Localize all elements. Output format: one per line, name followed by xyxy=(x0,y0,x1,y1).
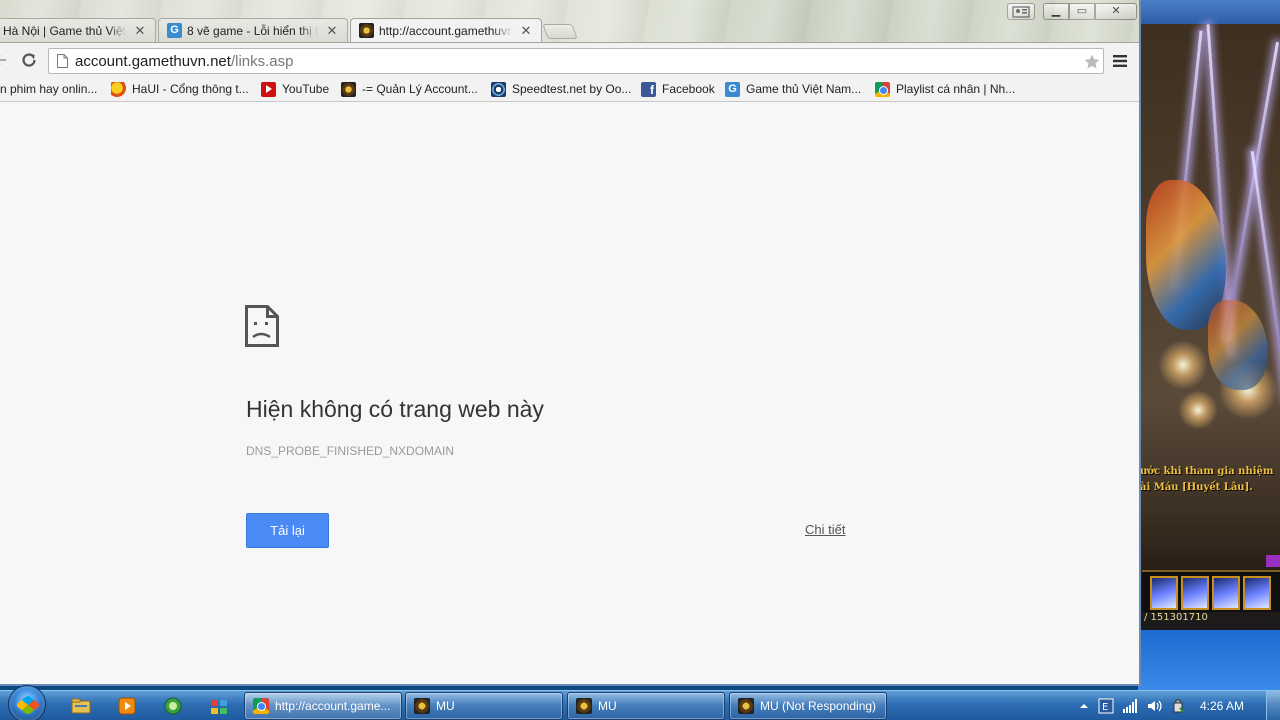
details-link[interactable]: Chi tiết xyxy=(805,522,845,537)
tab-title: Hà Nội | Game thủ Việt Nam xyxy=(3,23,127,38)
bookmark-label: -= Quản Lý Account... xyxy=(362,82,478,96)
media-player-icon[interactable] xyxy=(116,696,138,716)
taskbar-item-mu[interactable]: MU xyxy=(567,692,725,720)
game-chat-line: ước khi tham gia nhiệm xyxy=(1140,466,1274,477)
taskbar-item-label: MU xyxy=(598,699,617,713)
taskbar-item-label: http://account.game... xyxy=(275,699,391,713)
game-ui-element xyxy=(1266,555,1280,567)
bookmark-star-icon[interactable] xyxy=(1083,53,1101,71)
svg-text:E: E xyxy=(1102,702,1108,713)
tab-title: http://account.gamethuvn.net xyxy=(379,23,513,38)
bookmark-youtube[interactable]: YouTube xyxy=(261,80,329,98)
haui-icon xyxy=(111,81,126,97)
bookmark-phim[interactable]: n phim hay onlin... xyxy=(0,80,97,98)
chrome-icon xyxy=(253,698,269,714)
taskbar-item-label: MU xyxy=(436,699,455,713)
mu-icon xyxy=(341,81,356,97)
start-button[interactable] xyxy=(8,685,46,720)
url-path: /links.asp xyxy=(230,53,294,70)
show-desktop-button[interactable] xyxy=(1266,691,1280,720)
browser-titlebar[interactable]: Hà Nội | Game thủ Việt Nam ✕ G 8 vẽ game… xyxy=(0,0,1139,42)
mu-icon xyxy=(414,698,430,714)
menu-icon[interactable] xyxy=(1113,55,1127,67)
game-window-titlebar xyxy=(1138,0,1280,24)
mu-icon xyxy=(576,698,592,714)
game-exp-text: / 151301710 xyxy=(1144,612,1208,623)
new-tab-button[interactable] xyxy=(542,24,578,39)
reload-button[interactable]: Tải lại xyxy=(246,513,329,548)
facebook-icon: f xyxy=(641,81,656,97)
tab-hanoi[interactable]: Hà Nội | Game thủ Việt Nam ✕ xyxy=(0,18,156,42)
taskbar-item-mu-not-responding[interactable]: MU (Not Responding) xyxy=(729,692,887,720)
bookmark-haui[interactable]: HaUI - Cổng thông t... xyxy=(111,80,249,98)
back-arrow-icon[interactable] xyxy=(0,52,8,68)
bookmark-gamethu[interactable]: G Game thủ Việt Nam... xyxy=(725,80,861,98)
bookmarks-bar: n phim hay onlin... HaUI - Cổng thông t.… xyxy=(0,76,1139,102)
tab-8vegame[interactable]: G 8 vẽ game - Lỗi hiển thị trên ✕ xyxy=(158,18,348,42)
bookmark-quan-ly-account[interactable]: -= Quản Lý Account... xyxy=(341,80,478,98)
glow-effect xyxy=(1178,390,1218,430)
error-code: DNS_PROBE_FINISHED_NXDOMAIN xyxy=(246,444,455,458)
volume-icon[interactable] xyxy=(1146,698,1162,714)
bookmark-label: Game thủ Việt Nam... xyxy=(746,82,862,96)
tab-close-icon[interactable]: ✕ xyxy=(133,23,147,38)
app-icon[interactable] xyxy=(208,696,230,716)
mu-icon xyxy=(359,23,374,38)
safely-remove-hardware-icon[interactable] xyxy=(1170,698,1186,714)
speedtest-icon xyxy=(491,81,506,97)
bookmark-label: HaUI - Cổng thông t... xyxy=(132,82,249,96)
tab-account-gamethuvn[interactable]: http://account.gamethuvn.net ✕ xyxy=(350,18,542,42)
bookmark-playlist[interactable]: Playlist cá nhân | Nh... xyxy=(875,80,1015,98)
taskbar-item-label: MU (Not Responding) xyxy=(760,699,877,713)
maximize-button[interactable]: ▭ xyxy=(1069,3,1095,20)
game-window: ước khi tham gia nhiệm ài Máu [Huyết Lâu… xyxy=(1138,0,1280,690)
keyboard-ime-icon[interactable]: E xyxy=(1098,698,1114,714)
system-clock[interactable]: 4:26 AM xyxy=(1200,699,1244,713)
profile-button[interactable] xyxy=(1007,3,1035,20)
skill-slot[interactable] xyxy=(1181,576,1209,610)
profile-icon xyxy=(1012,6,1030,18)
taskbar-item-chrome[interactable]: http://account.game... xyxy=(244,692,402,720)
game-chat-line: ài Máu [Huyết Lâu]. xyxy=(1140,482,1253,493)
bookmark-speedtest[interactable]: Speedtest.net by Oo... xyxy=(491,80,631,98)
sad-document-icon xyxy=(245,305,279,347)
url-text[interactable]: account.gamethuvn.net/links.asp xyxy=(75,53,293,70)
tab-close-icon[interactable]: ✕ xyxy=(325,23,339,38)
network-signal-icon[interactable] xyxy=(1122,698,1138,714)
bookmark-label: Speedtest.net by Oo... xyxy=(512,82,632,96)
taskbar: http://account.game... MU MU MU (Not Res… xyxy=(0,685,1280,720)
mu-icon xyxy=(738,698,754,714)
skill-slot[interactable] xyxy=(1243,576,1271,610)
close-window-button[interactable]: ✕ xyxy=(1095,3,1137,20)
page-icon xyxy=(57,54,68,68)
error-title: Hiện không có trang web này xyxy=(246,396,544,422)
address-bar[interactable]: account.gamethuvn.net/links.asp xyxy=(48,48,1104,74)
glow-effect xyxy=(1158,340,1208,390)
taskbar-item-mu[interactable]: MU xyxy=(405,692,563,720)
minimize-button[interactable]: ▁ xyxy=(1043,3,1069,20)
bookmark-label: Playlist cá nhân | Nh... xyxy=(896,82,1016,96)
chrome-icon xyxy=(875,81,890,97)
bookmark-label: YouTube xyxy=(282,82,330,96)
skill-slot[interactable] xyxy=(1212,576,1240,610)
gamethu-icon: G xyxy=(167,23,182,38)
bookmark-facebook[interactable]: f Facebook xyxy=(641,80,715,98)
browser-window: Hà Nội | Game thủ Việt Nam ✕ G 8 vẽ game… xyxy=(0,0,1141,686)
url-host: account.gamethuvn.net xyxy=(75,53,231,70)
reload-icon[interactable] xyxy=(20,51,38,69)
game-skillbar xyxy=(1142,570,1280,612)
browser-toolbar: account.gamethuvn.net/links.asp xyxy=(0,42,1139,76)
bookmark-label: Facebook xyxy=(662,82,715,96)
bookmark-label: n phim hay onlin... xyxy=(0,82,98,96)
youtube-icon xyxy=(261,81,276,97)
app-icon[interactable] xyxy=(162,696,184,716)
gamethu-icon: G xyxy=(725,81,740,97)
explorer-icon[interactable] xyxy=(70,696,92,716)
game-character xyxy=(1208,300,1268,390)
tab-title: 8 vẽ game - Lỗi hiển thị trên xyxy=(187,23,319,38)
skill-slot[interactable] xyxy=(1150,576,1178,610)
tab-close-icon[interactable]: ✕ xyxy=(519,23,533,38)
windows-logo-icon xyxy=(15,694,41,716)
show-hidden-icons-icon[interactable] xyxy=(1076,698,1092,714)
